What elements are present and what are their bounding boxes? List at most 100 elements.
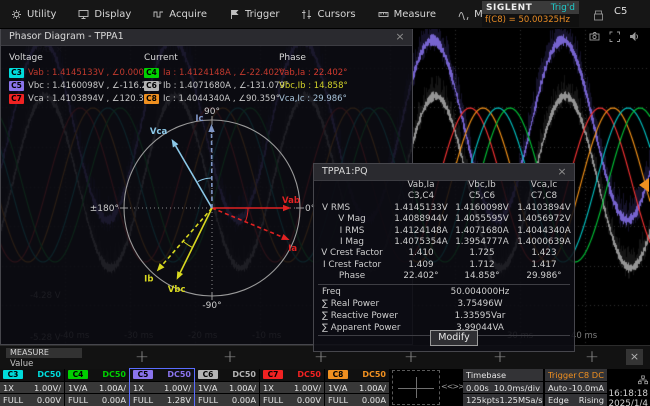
channel-badge: C8 bbox=[144, 94, 159, 104]
channel-badge: C4 bbox=[144, 68, 159, 78]
pq-cell: 1.712 bbox=[452, 260, 512, 271]
channel-offset: 0.00A bbox=[102, 395, 126, 405]
channel-badge: C7 bbox=[263, 370, 283, 379]
pq-row-label: V Crest Factor bbox=[314, 248, 390, 259]
phasor-readout-row: C3Vab : 1.4145133V , ∠0.000° bbox=[9, 66, 162, 79]
timebase-block[interactable]: Timebase 0.00s10.0ms/div 125kpts1.25MSa/… bbox=[463, 369, 543, 406]
menu-item-trigger[interactable]: Trigger bbox=[218, 0, 291, 28]
timebase-points: 125kpts bbox=[466, 395, 499, 405]
phasor-readout-text: Ic : 1.4044340A , ∠90.359° bbox=[163, 94, 280, 104]
channel-probe: 1V/A bbox=[68, 383, 87, 393]
phasor-readout-text: Vca,Ic : 29.986° bbox=[279, 94, 347, 104]
cursors-icon bbox=[301, 9, 312, 20]
phasor-readout-row: C5Vbc : 1.4160098V , ∠-116.220° bbox=[9, 79, 162, 92]
fullscreen-icon[interactable] bbox=[609, 31, 620, 42]
pq-summary-row: ∑ Reactive Power1.33595Var bbox=[314, 310, 574, 322]
channel-offset: 0.00A bbox=[232, 395, 256, 405]
channel-block-c5[interactable]: C5DC501X1.00V/FULL1.28V bbox=[130, 369, 194, 406]
channel-coupling: DC50 bbox=[297, 370, 321, 379]
pq-cell: 1.4160098V bbox=[452, 203, 512, 214]
add-measurement-slot[interactable]: + bbox=[582, 347, 602, 367]
modify-button[interactable]: Modify bbox=[430, 330, 478, 346]
menu-item-acquire[interactable]: Acquire bbox=[142, 0, 218, 28]
channel-bandwidth: FULL bbox=[263, 395, 283, 405]
channel-block-c7[interactable]: C7DC501X1.00V/FULL0.00V bbox=[260, 369, 324, 406]
phasor-readout-text: Vca : 1.4103894V , ∠120.345° bbox=[28, 94, 159, 104]
channel-offset: 0.00V bbox=[297, 395, 321, 405]
menu-item-display[interactable]: Display bbox=[67, 0, 142, 28]
pq-cell: 1.4000639A bbox=[512, 237, 576, 248]
trigger-slope: Rising bbox=[579, 395, 604, 405]
add-measurement-slot[interactable]: + bbox=[132, 347, 152, 367]
channel-bandwidth: FULL bbox=[68, 395, 88, 405]
channel-coupling: DC50 bbox=[232, 370, 256, 379]
channel-badge: C5 bbox=[9, 81, 24, 91]
phasor-readout-row: C4Ia : 1.4124148A , ∠-22.402° bbox=[144, 66, 289, 79]
pq-cell: 1.4124148A bbox=[390, 226, 452, 237]
phasor-readout-row: C8 Ic : 1.4044340A , ∠90.359° bbox=[144, 92, 289, 105]
menu-item-measure[interactable]: Measure bbox=[367, 0, 448, 28]
siglent-status-block: SIGLENT Trig'd f(C8) = 50.00325Hz bbox=[482, 1, 579, 27]
close-icon[interactable]: × bbox=[554, 165, 570, 178]
channel-bandwidth: FULL bbox=[328, 395, 348, 405]
channel-scale: 1.00A/ bbox=[99, 383, 126, 393]
channel-block-c6[interactable]: C6DC501V/A1.00A/FULL0.00A bbox=[195, 369, 259, 406]
vector-label-vbc: Vbc bbox=[168, 285, 186, 295]
display-icon bbox=[78, 9, 89, 20]
pq-summary-row: ∑ Real Power3.75496W bbox=[314, 298, 574, 310]
menu-item-utility[interactable]: Utility bbox=[0, 0, 67, 28]
channel-coupling: DC50 bbox=[362, 370, 386, 379]
pq-cell: 1.4145133V bbox=[390, 203, 452, 214]
phasor-readout-text: Vab,Ia : 22.402° bbox=[279, 68, 347, 78]
oscilloscope-screen: UtilityDisplayAcquireTriggerCursorsMeasu… bbox=[0, 0, 650, 406]
trigger-title: Trigger bbox=[548, 370, 577, 380]
pq-cell: 1.4071680A bbox=[452, 226, 512, 237]
flag-icon bbox=[229, 9, 240, 20]
channel-block-c4[interactable]: C4DC501V/A1.00A/FULL0.00A bbox=[65, 369, 129, 406]
channel-block-c3[interactable]: C3DC501X1.00V/FULL0.00V bbox=[0, 369, 64, 406]
menu-item-cursors[interactable]: Cursors bbox=[290, 0, 366, 28]
pq-cell: 1.4055595V bbox=[452, 214, 512, 225]
channel-scroll-arrows[interactable]: <<>> bbox=[441, 382, 463, 391]
pq-row-label: I RMS bbox=[314, 226, 390, 237]
close-icon[interactable]: × bbox=[626, 349, 643, 365]
channel-badge: C7 bbox=[9, 94, 24, 104]
usb-icon bbox=[593, 10, 604, 21]
pq-column-header: Vbc,Ib bbox=[452, 180, 512, 191]
channel-offset: 0.00A bbox=[362, 395, 386, 405]
measure-strip-title: MEASURE bbox=[6, 348, 82, 358]
menu-item-label: Utility bbox=[27, 9, 56, 20]
vector-label-ia: Ia bbox=[288, 244, 297, 254]
add-measurement-slot[interactable]: + bbox=[220, 347, 240, 367]
phasor-readout-row: Vbc,Ib : 14.858° bbox=[279, 79, 348, 92]
channel-block-c8[interactable]: C8DC501V/A1.00A/FULL0.00A bbox=[325, 369, 389, 406]
pq-panel-title: TPPA1:PQ bbox=[322, 166, 368, 177]
pq-cell: 1.417 bbox=[512, 260, 576, 271]
pq-row-label: V RMS bbox=[314, 203, 390, 214]
channel-badge: C5 bbox=[133, 370, 153, 379]
channel-bandwidth: FULL bbox=[3, 395, 23, 405]
phasor-axis-label: -90° bbox=[202, 301, 221, 311]
pq-cell: 1.4056972V bbox=[512, 214, 576, 225]
channel-coupling: DC50 bbox=[167, 370, 191, 379]
phasor-readout-text: Vab : 1.4145133V , ∠0.000° bbox=[28, 68, 148, 78]
channel-offset: 0.00V bbox=[37, 395, 61, 405]
channel-coupling: DC50 bbox=[102, 370, 126, 379]
measure-value-label: Value bbox=[10, 359, 33, 369]
trigger-block[interactable]: TriggerC8 DC Auto-10.0mA EdgeRising bbox=[545, 369, 607, 406]
network-icon bbox=[638, 370, 648, 389]
timebase-delay: 0.00s bbox=[466, 383, 489, 393]
sample-rate: 1.25MSa/s bbox=[499, 395, 542, 405]
pq-row-label: Phase bbox=[314, 271, 390, 282]
vector-label-vab: Vab bbox=[282, 196, 300, 206]
add-channel-slot[interactable] bbox=[392, 370, 440, 405]
measure-icon bbox=[378, 9, 389, 20]
pq-column-header: C3,C4 bbox=[390, 191, 452, 202]
pq-summary-row: Freq50.004000Hz bbox=[314, 286, 574, 298]
camera-icon[interactable] bbox=[589, 31, 600, 42]
close-icon[interactable]: × bbox=[392, 30, 408, 43]
speaker-icon[interactable] bbox=[629, 31, 640, 42]
vector-label-ib: Ib bbox=[144, 274, 153, 284]
clock-date: 2025/1/4 bbox=[608, 399, 648, 406]
trigger-level-marker[interactable] bbox=[639, 178, 649, 192]
